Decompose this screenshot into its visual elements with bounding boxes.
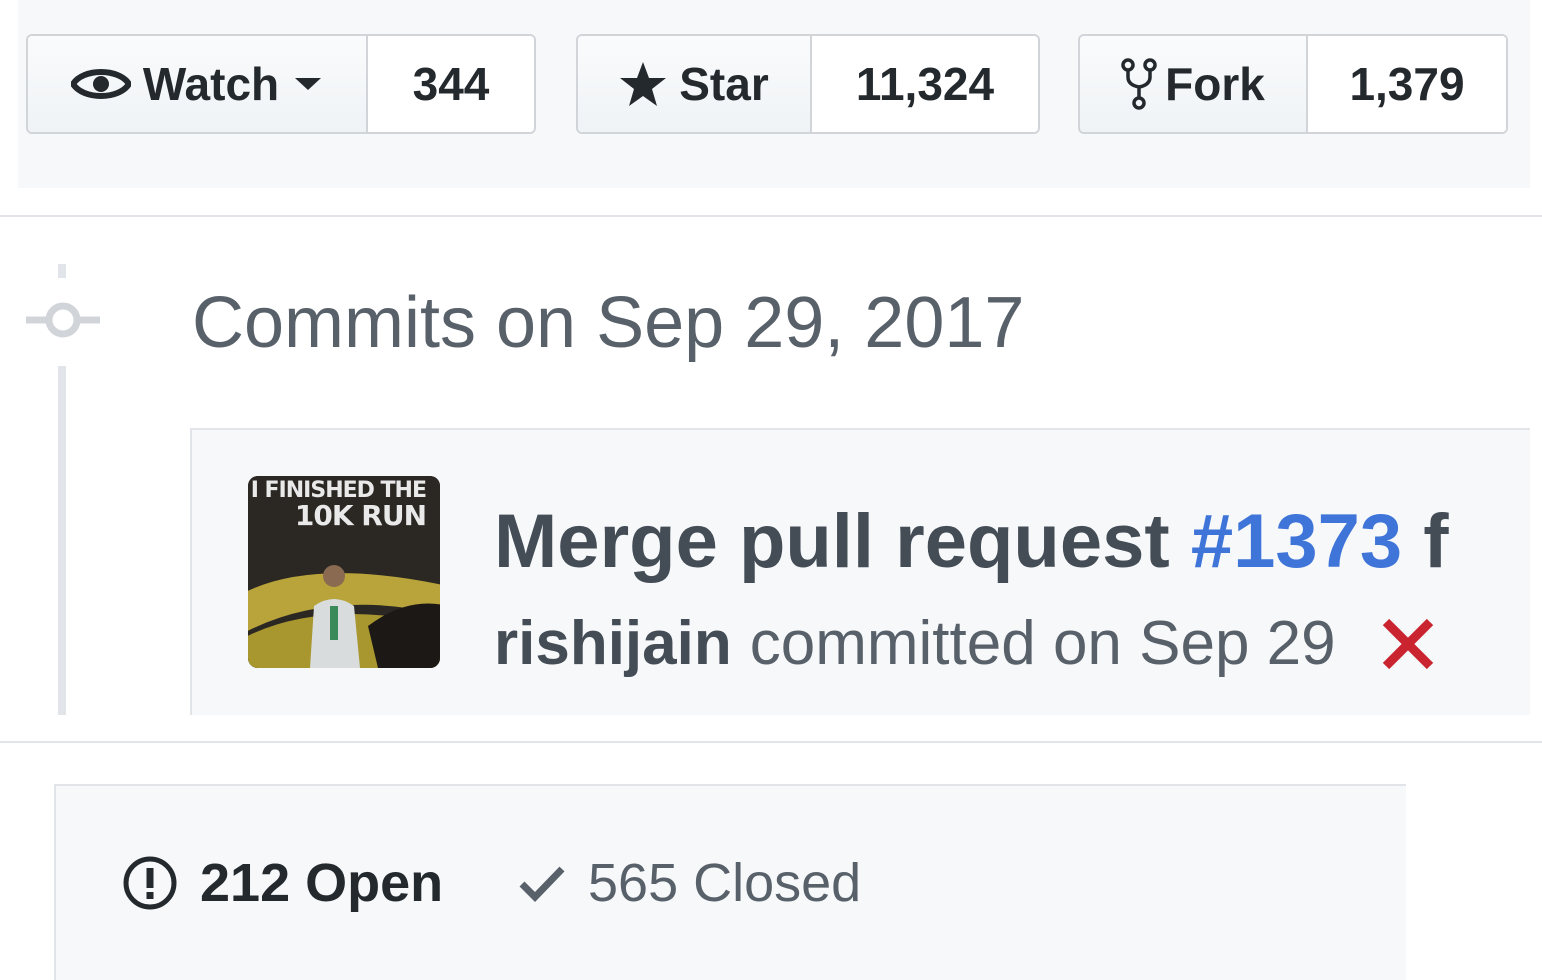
watchers-count[interactable]: 344 [368,36,534,132]
star-button-group: Star 11,324 [576,34,1040,134]
commit-author-link[interactable]: rishijain [494,608,732,679]
commit-title-text: Merge pull request [494,499,1170,584]
fork-button-group: Fork 1,379 [1078,34,1508,134]
commit-date: committed on Sep 29 [749,609,1336,678]
commit-meta: rishijain committed on Sep 29 [494,608,1436,679]
repo-social-bar: Watch 344 Star 11,324 Fork 1,379 [18,0,1530,188]
watch-button-group: Watch 344 [26,34,536,134]
caret-down-icon [295,78,322,90]
eye-icon [70,69,131,99]
watch-button[interactable]: Watch [28,36,368,132]
watch-label: Watch [142,58,280,110]
section-divider [0,741,1542,743]
avatar-caption: I FINISHED THE 10K RUN [250,478,427,532]
star-label: Star [679,58,769,110]
stargazers-count[interactable]: 11,324 [812,36,1038,132]
check-icon [519,866,565,902]
author-avatar[interactable]: I FINISHED THE 10K RUN [248,476,440,668]
fork-label: Fork [1165,58,1265,110]
open-issues-tab[interactable]: 212 Open [122,852,443,914]
forks-count[interactable]: 1,379 [1308,36,1506,132]
timeline-line [58,366,66,715]
closed-issues-label: 565 Closed [588,853,862,913]
git-commit-icon [26,302,100,338]
commits-date-heading: Commits on Sep 29, 2017 [192,283,1025,363]
section-divider [0,215,1542,217]
open-issues-label: 212 Open [200,853,444,913]
commit-message[interactable]: Merge pull request #1373 f [494,498,1449,585]
pull-request-link[interactable]: #1373 [1191,499,1402,584]
timeline-line-top [58,264,66,278]
repo-forked-icon [1121,58,1157,110]
commit-title-overflow: f [1423,499,1449,584]
star-icon [620,62,667,106]
closed-issues-tab[interactable]: 565 Closed [518,852,861,914]
commits-panel: Commits on Sep 29, 2017 I FINISHED THE 1… [18,230,1530,715]
commit-item: I FINISHED THE 10K RUN Merge pull reques… [190,428,1530,715]
issues-states-bar: 212 Open 565 Closed [54,784,1406,980]
x-icon[interactable] [1380,616,1436,672]
fork-button[interactable]: Fork [1080,36,1308,132]
star-button[interactable]: Star [578,36,812,132]
issue-opened-icon [123,856,177,910]
